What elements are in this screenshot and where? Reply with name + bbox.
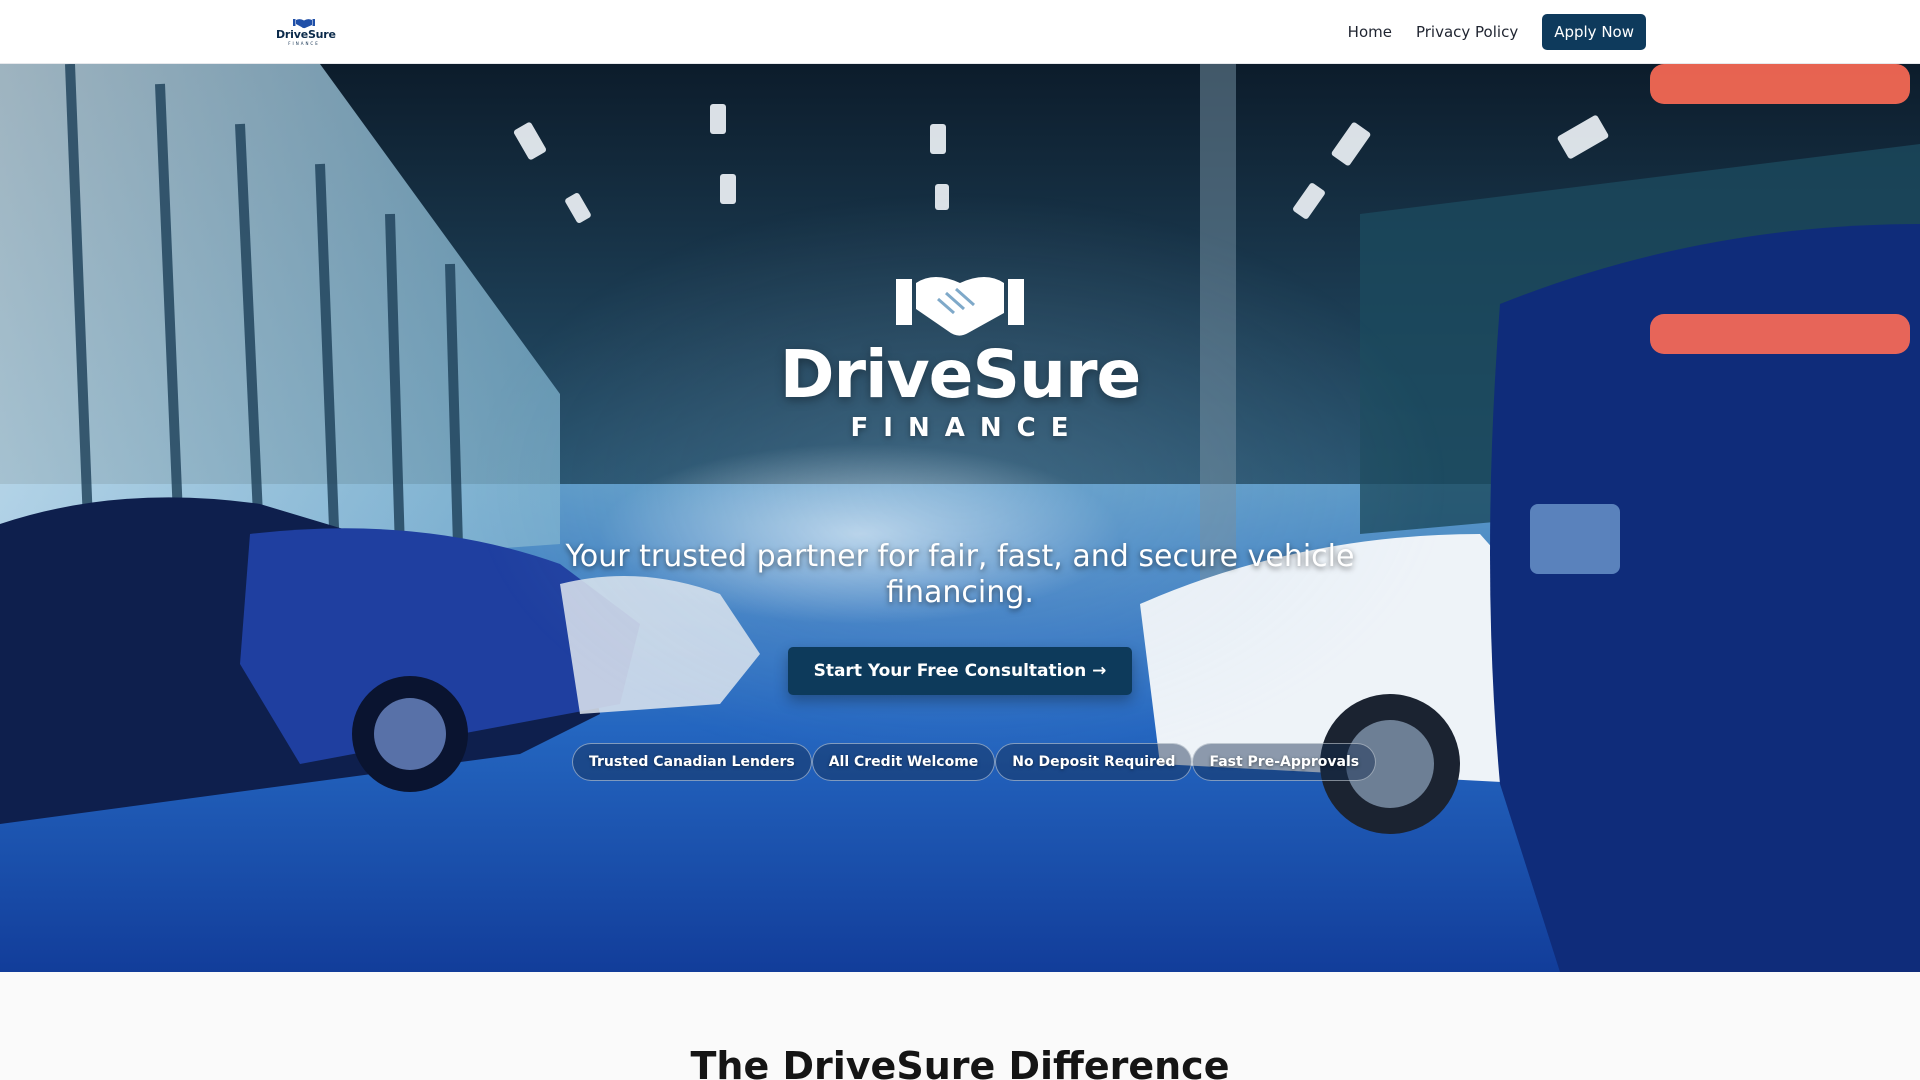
difference-title: The DriveSure Difference [690,1044,1230,1080]
header-logo[interactable]: DriveSure FINANCE [276,18,336,48]
badge-all-credit: All Credit Welcome [811,743,996,781]
badge-trusted-lenders: Trusted Canadian Lenders [572,743,812,781]
hero-brand-word: DriveSure [779,336,1142,413]
hero-brand-logo: DriveSure FINANCE [760,269,1160,443]
hero-overlay [0,64,1920,972]
difference-section: The DriveSure Difference [0,972,1920,1080]
header-logo-word: DriveSure [276,28,336,41]
hero-tagline: Your trusted partner for fair, fast, and… [565,539,1355,610]
site-header: DriveSure FINANCE Home Privacy Policy Ap… [0,0,1920,64]
main-nav: Home Privacy Policy Apply Now [1348,14,1646,50]
free-consultation-button[interactable]: Start Your Free Consultation → [788,647,1132,695]
apply-now-button[interactable]: Apply Now [1542,14,1646,50]
header-logo-sub: FINANCE [288,41,320,46]
badge-no-deposit: No Deposit Required [995,743,1193,781]
hero-brand-sub: FINANCE [850,413,1084,443]
hero-section: DriveSure FINANCE Your trusted partner f… [0,64,1920,972]
feature-badges: Trusted Canadian Lenders All Credit Welc… [572,743,1377,781]
badge-fast-approvals: Fast Pre-Approvals [1192,743,1377,781]
handshake-icon [896,277,1024,336]
nav-home-link[interactable]: Home [1348,23,1392,41]
nav-privacy-link[interactable]: Privacy Policy [1416,23,1518,41]
